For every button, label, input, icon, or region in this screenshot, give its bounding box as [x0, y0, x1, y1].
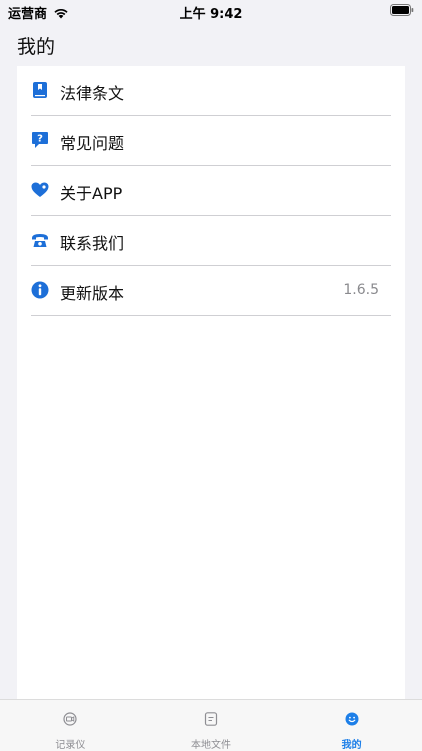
heart-icon — [31, 182, 49, 197]
tab-label: 记录仪 — [55, 740, 86, 751]
menu-item-label: 关于APP — [60, 184, 123, 203]
question-bubble-icon: ? — [32, 132, 48, 148]
recorder-icon — [63, 712, 77, 726]
menu-item-contact[interactable]: 联系我们 — [17, 216, 405, 266]
info-icon — [31, 281, 49, 299]
book-icon — [33, 82, 47, 98]
tab-bar: 记录仪 本地文件 我的 — [0, 699, 422, 751]
smiley-icon — [345, 712, 359, 726]
tab-label: 本地文件 — [191, 740, 231, 751]
menu-item-update[interactable]: 更新版本 1.6.5 — [17, 266, 405, 316]
menu-item-label: 更新版本 — [60, 284, 125, 303]
status-bar: 运营商 上午 9:42 — [0, 0, 422, 22]
menu-item-law[interactable]: 法律条文 — [17, 66, 405, 116]
menu-item-label: 联系我们 — [60, 234, 125, 253]
menu-item-label: 常见问题 — [60, 134, 125, 153]
divider — [31, 315, 391, 316]
menu-item-faq[interactable]: ? 常见问题 — [17, 116, 405, 166]
menu-item-about[interactable]: 关于APP — [17, 166, 405, 216]
tab-mine[interactable]: 我的 — [281, 700, 422, 751]
tab-local-files[interactable]: 本地文件 — [141, 700, 282, 751]
version-number: 1.6.5 — [343, 282, 379, 298]
status-time: 上午 9:42 — [179, 7, 243, 22]
svg-text:?: ? — [37, 134, 43, 145]
page-title: 我的 — [17, 36, 56, 58]
document-icon — [204, 712, 218, 726]
tab-recorder[interactable]: 记录仪 — [0, 700, 141, 751]
telephone-icon — [32, 234, 48, 247]
menu-card: 法律条文 ? 常见问题 关于APP 联系我们 更新版本 1.6.5 — [17, 66, 405, 700]
menu-item-label: 法律条文 — [60, 84, 125, 103]
battery-icon — [390, 4, 414, 16]
tab-label: 我的 — [341, 740, 362, 751]
